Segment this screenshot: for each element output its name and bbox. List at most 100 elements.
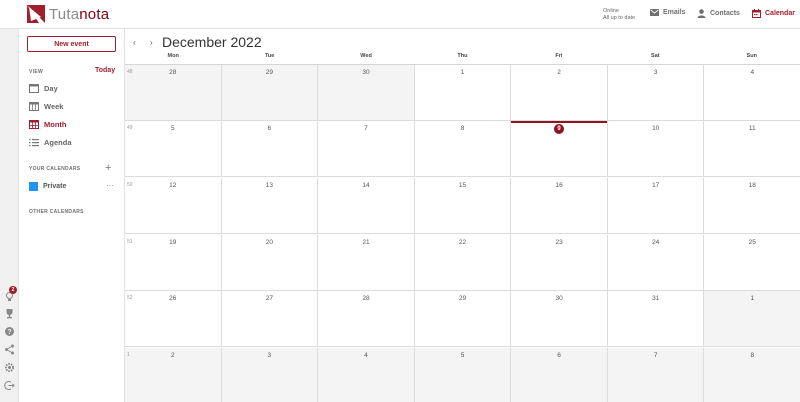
day-number[interactable]: 29 <box>222 69 318 76</box>
day-number[interactable]: 13 <box>222 182 318 189</box>
day-number[interactable]: 3 <box>222 352 318 359</box>
day-number[interactable]: 16 <box>511 182 607 189</box>
day-cell[interactable]: 5 <box>414 348 512 402</box>
day-cell[interactable]: 22 <box>414 235 512 290</box>
view-agenda[interactable]: Agenda <box>29 138 72 147</box>
day-cell[interactable]: 21 <box>318 235 415 290</box>
day-number[interactable]: 7 <box>318 125 414 132</box>
day-number[interactable]: 20 <box>222 239 318 246</box>
day-number[interactable]: 15 <box>415 182 511 189</box>
day-cell[interactable]: 4 <box>704 65 800 120</box>
calendar-more-icon[interactable]: ··· <box>106 181 114 190</box>
day-number[interactable]: 1 <box>704 295 800 302</box>
day-cell[interactable]: 14 <box>318 178 415 233</box>
day-number[interactable]: 31 <box>608 295 704 302</box>
day-number-today[interactable]: 9 <box>554 124 565 134</box>
day-number[interactable]: 28 <box>125 69 221 76</box>
day-cell[interactable]: 48 28 <box>125 65 222 120</box>
day-number[interactable]: 12 <box>125 182 221 189</box>
day-number[interactable]: 18 <box>704 182 800 189</box>
day-number[interactable]: 27 <box>222 295 318 302</box>
day-cell[interactable]: 30 <box>318 65 415 120</box>
day-number[interactable]: 3 <box>608 69 704 76</box>
day-cell[interactable]: 29 <box>221 65 319 120</box>
day-number[interactable]: 6 <box>222 125 318 132</box>
next-month-button[interactable]: › <box>150 38 153 47</box>
day-cell[interactable]: 24 <box>607 235 705 290</box>
day-cell[interactable]: 2 <box>511 65 608 120</box>
day-number[interactable]: 4 <box>318 352 414 359</box>
day-cell[interactable]: 27 <box>221 291 319 346</box>
day-number[interactable]: 1 <box>415 69 511 76</box>
day-cell[interactable]: 1 <box>414 65 512 120</box>
day-number[interactable]: 14 <box>318 182 414 189</box>
day-number[interactable]: 7 <box>608 352 704 359</box>
nav-contacts[interactable]: Contacts <box>697 9 740 18</box>
day-cell[interactable]: 28 <box>318 291 415 346</box>
calendar-private[interactable]: Private <box>29 182 66 191</box>
day-cell[interactable]: 3 <box>221 348 319 402</box>
new-event-button[interactable]: New event <box>27 36 116 52</box>
day-number[interactable]: 23 <box>511 239 607 246</box>
day-number[interactable]: 29 <box>415 295 511 302</box>
day-cell[interactable]: 50 12 <box>125 178 222 233</box>
day-cell[interactable]: 10 <box>607 121 705 176</box>
help-icon[interactable]: ? <box>4 326 15 337</box>
day-number[interactable]: 10 <box>608 125 704 132</box>
add-calendar-button[interactable]: + <box>105 163 111 174</box>
tutanota-logo[interactable]: Tutanota <box>27 5 109 23</box>
day-cell[interactable]: 7 <box>318 121 415 176</box>
day-number[interactable]: 6 <box>511 352 607 359</box>
day-number[interactable]: 4 <box>704 69 800 76</box>
day-cell[interactable]: 52 26 <box>125 291 222 346</box>
day-number[interactable]: 5 <box>415 352 511 359</box>
day-cell[interactable]: 13 <box>221 178 319 233</box>
view-day[interactable]: Day <box>29 84 58 93</box>
view-month[interactable]: Month <box>29 120 67 129</box>
calendar-color-swatch[interactable] <box>29 182 38 191</box>
day-cell[interactable]: 17 <box>607 178 705 233</box>
day-number[interactable]: 2 <box>511 69 607 76</box>
day-cell[interactable]: 31 <box>607 291 705 346</box>
day-cell[interactable]: 3 <box>607 65 705 120</box>
settings-icon[interactable] <box>4 362 15 373</box>
logout-icon[interactable] <box>4 380 15 391</box>
day-number[interactable]: 30 <box>511 295 607 302</box>
day-cell[interactable]: 20 <box>221 235 319 290</box>
today-button[interactable]: Today <box>95 67 115 74</box>
day-number[interactable]: 8 <box>704 352 800 359</box>
day-cell[interactable]: 49 5 <box>125 121 222 176</box>
day-cell[interactable]: 29 <box>414 291 512 346</box>
day-cell[interactable]: 15 <box>414 178 512 233</box>
day-number[interactable]: 5 <box>125 125 221 132</box>
nav-calendar[interactable]: Calendar <box>752 9 795 18</box>
day-cell[interactable]: 51 19 <box>125 235 222 290</box>
day-cell[interactable]: 16 <box>511 178 608 233</box>
day-cell[interactable]: 7 <box>607 348 705 402</box>
day-cell-today[interactable]: 9 <box>511 121 608 176</box>
day-number[interactable]: 8 <box>415 125 511 132</box>
day-number[interactable]: 28 <box>318 295 414 302</box>
day-cell[interactable]: 30 <box>511 291 608 346</box>
day-number[interactable]: 22 <box>415 239 511 246</box>
day-cell[interactable]: 8 <box>414 121 512 176</box>
day-number[interactable]: 21 <box>318 239 414 246</box>
day-cell[interactable]: 18 <box>704 178 800 233</box>
day-cell[interactable]: 8 <box>704 348 800 402</box>
day-cell[interactable]: 6 <box>511 348 608 402</box>
day-cell[interactable]: 6 <box>221 121 319 176</box>
day-number[interactable]: 26 <box>125 295 221 302</box>
day-cell[interactable]: 4 <box>318 348 415 402</box>
day-number[interactable]: 17 <box>608 182 704 189</box>
day-number[interactable]: 2 <box>125 352 221 359</box>
prev-month-button[interactable]: ‹ <box>133 38 136 47</box>
share-icon[interactable] <box>4 344 15 355</box>
trophy-icon[interactable] <box>4 308 15 319</box>
day-number[interactable]: 19 <box>125 239 221 246</box>
day-cell[interactable]: 23 <box>511 235 608 290</box>
day-number[interactable]: 11 <box>704 125 800 132</box>
day-number[interactable]: 24 <box>608 239 704 246</box>
nav-emails[interactable]: Emails <box>650 9 686 16</box>
view-week[interactable]: Week <box>29 102 63 111</box>
day-cell[interactable]: 25 <box>704 235 800 290</box>
